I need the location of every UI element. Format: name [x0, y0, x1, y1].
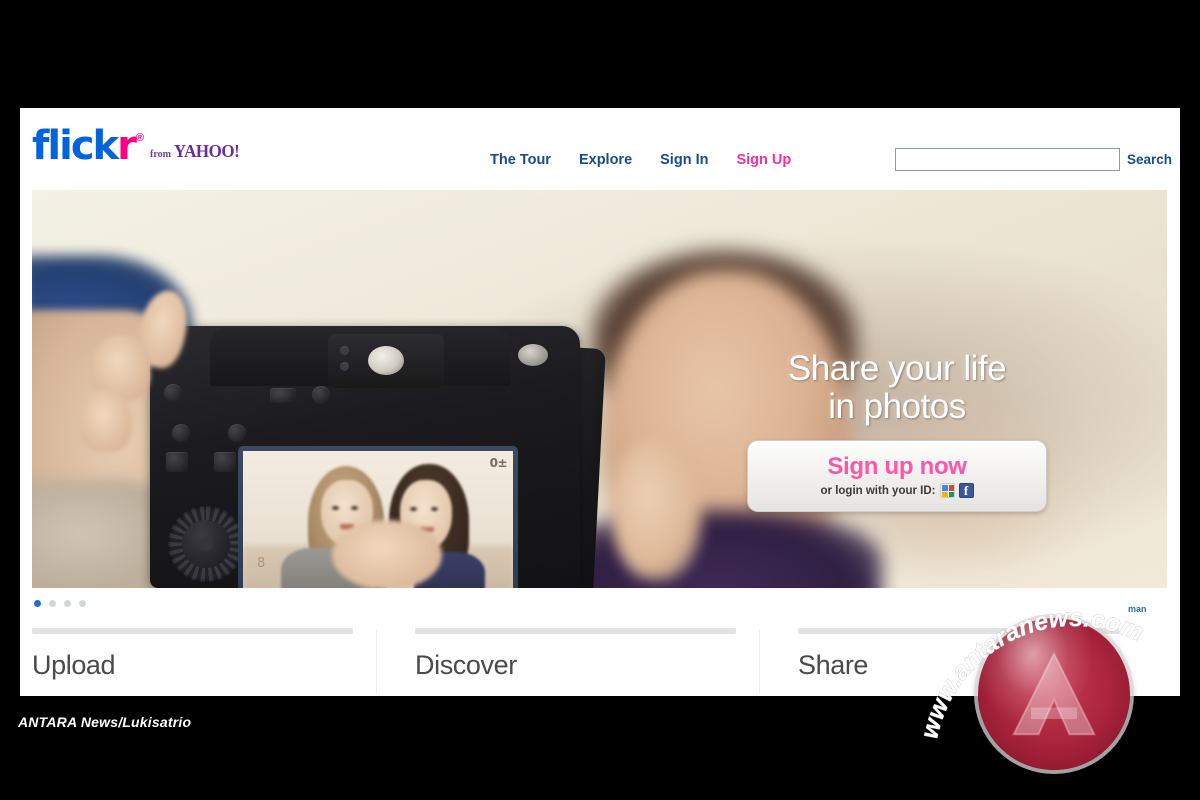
selfie-girl1-eye-right — [351, 505, 359, 510]
hero-headline-line1: Share your life — [787, 349, 1007, 388]
facebook-icon[interactable]: f — [958, 483, 974, 498]
photo-caption: ANTARA News/Lukisatrio — [18, 714, 192, 730]
camera-button-playback — [164, 384, 182, 402]
camera-control-wheel — [168, 506, 244, 582]
feature-column-share[interactable]: Share — [784, 628, 1167, 681]
feature-divider-discover — [415, 628, 736, 634]
yahoo-byline: from YAHOO! — [149, 141, 240, 162]
carousel-dot-4[interactable] — [79, 600, 86, 607]
feature-title-share: Share — [798, 650, 869, 680]
hero-headline-line2: in photos — [828, 387, 966, 426]
feature-divider-share — [798, 628, 1119, 634]
feature-columns: Upload Discover Share — [32, 628, 1167, 694]
third-party-login-row: or login with your ID: f — [821, 483, 974, 498]
nav-item-explore[interactable]: Explore — [579, 152, 632, 168]
camera-button-grid — [214, 452, 236, 472]
camera-button-iso — [166, 452, 188, 472]
hero-copy: Share your life in photos Sign up now or… — [732, 350, 1062, 512]
flickr-page: flick r ® from YAHOO! The Tour Explore S… — [20, 108, 1180, 696]
selfie-girl1-eye-left — [332, 505, 340, 510]
camera-button-menu-top — [172, 424, 190, 442]
yahoo-byline-from: from — [149, 149, 171, 160]
logo-text-primary: flick — [32, 123, 119, 169]
nav-item-the-tour[interactable]: The Tour — [490, 152, 551, 168]
camera-ok-button — [199, 537, 213, 551]
carousel-pagination — [34, 600, 86, 607]
yahoo-byline-brand: YAHOO! — [173, 141, 240, 162]
third-party-login-label: or login with your ID: — [820, 484, 936, 497]
nav-item-sign-up[interactable]: Sign Up — [736, 152, 791, 168]
selfie-girl2-eye-left — [409, 506, 417, 511]
search-button[interactable]: Search — [1127, 152, 1172, 167]
carousel-dot-3[interactable] — [64, 600, 71, 607]
feature-divider-upload — [32, 628, 353, 634]
camera-viewfinder-eyepiece — [368, 346, 404, 375]
selfie-girl2-eye-right — [430, 506, 438, 511]
logo-text-accent: r — [117, 123, 137, 169]
flickr-logo[interactable]: flick r ® from YAHOO! — [32, 123, 240, 169]
column-separator-1 — [376, 630, 377, 694]
feature-title-upload: Upload — [32, 650, 116, 680]
hero-finger-3 — [80, 390, 132, 452]
feature-title-discover: Discover — [415, 650, 517, 680]
google-icon[interactable] — [939, 483, 955, 498]
camera-button-live-view — [270, 388, 296, 403]
main-navigation: The Tour Explore Sign In Sign Up — [490, 152, 791, 168]
carousel-dot-1[interactable] — [34, 600, 41, 607]
lcd-exposure-readout: 0± — [489, 456, 508, 470]
camera-sensor-dot-top — [340, 346, 349, 355]
nav-item-sign-in[interactable]: Sign In — [660, 152, 708, 168]
search-area: Search — [894, 148, 1172, 171]
search-input[interactable] — [894, 148, 1120, 171]
column-separator-2 — [759, 630, 760, 694]
hero-carousel-slide[interactable]: 0± 8 Share your life in photos Sign up n… — [32, 190, 1167, 588]
site-header: flick r ® from YAHOO! The Tour Explore S… — [20, 108, 1180, 190]
carousel-dot-2[interactable] — [49, 600, 56, 607]
hero-headline: Share your life in photos — [732, 350, 1062, 426]
lcd-counter-readout: 8 — [257, 556, 266, 571]
camera-shutter-dial — [518, 344, 548, 366]
signup-now-button[interactable]: Sign up now or login with your ID: f — [747, 440, 1047, 512]
camera-control-wheel-inner — [182, 520, 230, 568]
hero-thumb — [332, 520, 442, 588]
camera-sensor-dot-bottom — [340, 362, 349, 371]
camera-button-info — [228, 424, 246, 442]
screenshot-root: flick r ® from YAHOO! The Tour Explore S… — [0, 0, 1200, 800]
feature-column-upload[interactable]: Upload — [32, 628, 401, 694]
registered-mark-icon: ® — [135, 132, 144, 144]
signup-now-label: Sign up now — [827, 453, 967, 480]
hero-background-girl-hand — [612, 440, 702, 580]
feature-column-discover[interactable]: Discover — [401, 628, 784, 694]
camera-button-record — [312, 386, 330, 404]
